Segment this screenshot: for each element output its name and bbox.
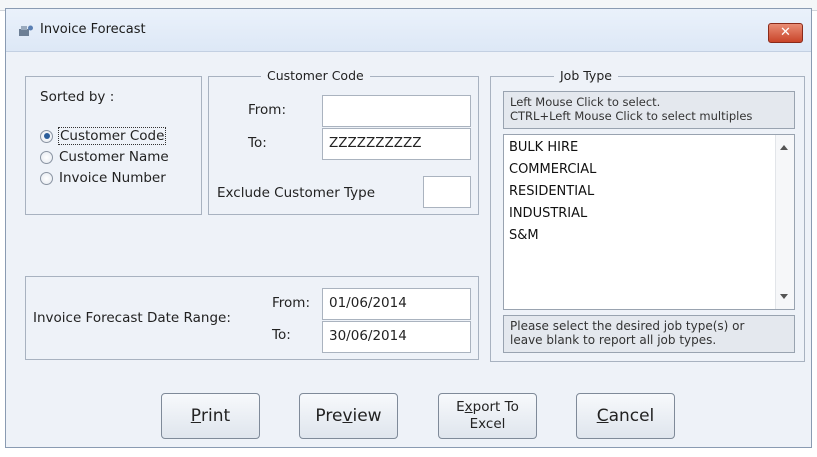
export-label-line1: Export To xyxy=(456,399,519,416)
export-label-post: port To xyxy=(472,399,519,415)
invoice-forecast-dialog: Invoice Forecast ✕ Sorted by : Customer … xyxy=(5,8,812,448)
export-label-line2: Excel xyxy=(469,416,506,432)
print-accelerator: P xyxy=(190,406,202,426)
radio-unchecked-icon[interactable] xyxy=(40,150,53,164)
date-from-input[interactable]: 01/06/2014 xyxy=(322,288,471,320)
cancel-label-rest: ancel xyxy=(608,406,655,426)
listbox-scrollbar[interactable] xyxy=(775,135,794,309)
scroll-up-icon[interactable] xyxy=(780,145,788,150)
customer-to-label: To: xyxy=(248,135,267,151)
preview-button[interactable]: Pre v iew xyxy=(299,393,398,439)
print-label-rest: rint xyxy=(201,406,231,426)
list-item[interactable]: INDUSTRIAL xyxy=(504,203,794,225)
sort-option-customer-name[interactable]: Customer Name xyxy=(40,149,169,165)
job-type-legend: Job Type xyxy=(554,68,618,83)
job-type-listbox[interactable]: BULK HIRE COMMERCIAL RESIDENTIAL INDUSTR… xyxy=(503,134,795,310)
export-to-excel-button[interactable]: Export To Excel xyxy=(438,393,537,439)
title-bar[interactable]: Invoice Forecast ✕ xyxy=(6,9,811,52)
job-type-footer: Please select the desired job type(s) or… xyxy=(503,315,795,353)
sorted-by-label: Sorted by : xyxy=(40,89,115,105)
date-to-label: To: xyxy=(272,327,291,343)
sort-option-label: Invoice Number xyxy=(59,170,166,186)
job-type-footer-line1: Please select the desired job type(s) or xyxy=(510,319,745,333)
close-button[interactable]: ✕ xyxy=(768,23,803,43)
sorted-by-group: Sorted by : Customer Code Customer Name … xyxy=(25,76,202,215)
dialog-title: Invoice Forecast xyxy=(40,22,146,37)
date-from-label: From: xyxy=(272,295,310,311)
sort-option-customer-code[interactable]: Customer Code xyxy=(40,127,167,145)
print-button[interactable]: Print xyxy=(161,393,260,439)
preview-label-post: iew xyxy=(352,406,382,426)
list-item[interactable]: RESIDENTIAL xyxy=(504,181,794,203)
customer-from-input[interactable] xyxy=(322,95,471,127)
sort-option-label: Customer Name xyxy=(59,149,169,165)
job-type-footer-line2: leave blank to report all job types. xyxy=(510,333,717,347)
radio-unchecked-icon[interactable] xyxy=(40,171,53,185)
scroll-down-icon[interactable] xyxy=(780,294,788,299)
sort-option-label: Customer Code xyxy=(57,127,167,145)
preview-label-pre: Pre xyxy=(315,406,343,426)
customer-code-group: Customer Code From: To: ZZZZZZZZZZ Exclu… xyxy=(208,68,479,215)
dialog-body: Sorted by : Customer Code Customer Name … xyxy=(6,52,811,447)
customer-from-label: From: xyxy=(248,102,286,118)
job-type-hint-line2: CTRL+Left Mouse Click to select multiple… xyxy=(510,109,753,123)
date-range-group: Invoice Forecast Date Range: From: 01/06… xyxy=(25,276,479,360)
sort-option-invoice-number[interactable]: Invoice Number xyxy=(40,170,166,186)
radio-checked-icon[interactable] xyxy=(40,129,53,143)
list-item[interactable]: COMMERCIAL xyxy=(504,159,794,181)
exclude-customer-type-label: Exclude Customer Type xyxy=(217,185,376,201)
customer-code-legend: Customer Code xyxy=(261,68,370,83)
export-label-pre: E xyxy=(456,399,465,415)
app-icon xyxy=(19,25,33,36)
exclude-customer-type-input[interactable] xyxy=(423,176,471,208)
export-accelerator: x xyxy=(464,399,473,415)
job-type-group: Job Type Left Mouse Click to select. CTR… xyxy=(490,68,805,362)
job-type-hint: Left Mouse Click to select. CTRL+Left Mo… xyxy=(503,91,795,129)
job-type-hint-line1: Left Mouse Click to select. xyxy=(510,95,661,109)
preview-accelerator: v xyxy=(342,406,353,426)
list-item[interactable]: S&M xyxy=(504,225,794,247)
close-icon: ✕ xyxy=(780,25,791,40)
cancel-accelerator: C xyxy=(596,406,609,426)
cancel-button[interactable]: Cancel xyxy=(576,393,675,439)
customer-to-input[interactable]: ZZZZZZZZZZ xyxy=(322,128,471,160)
date-to-input[interactable]: 30/06/2014 xyxy=(322,321,471,353)
list-item[interactable]: BULK HIRE xyxy=(504,137,794,159)
date-range-label: Invoice Forecast Date Range: xyxy=(33,310,231,326)
